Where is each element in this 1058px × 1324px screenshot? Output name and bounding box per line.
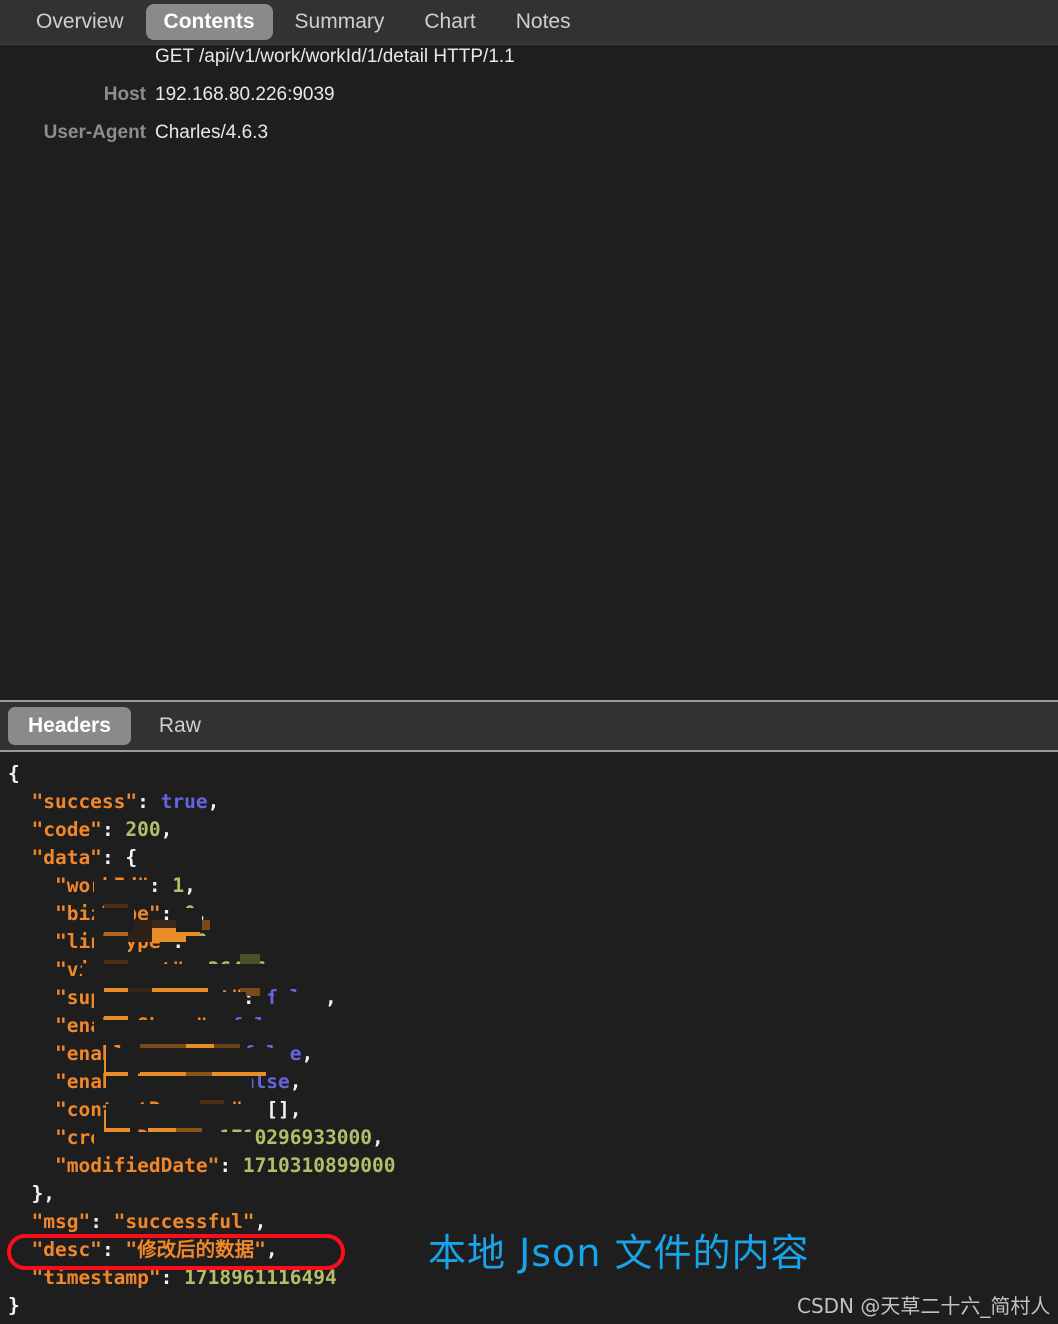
header-row-request-line: GET /api/v1/work/workId/1/detail HTTP/1.… [0,46,1058,84]
request-headers-pane: GET /api/v1/work/workId/1/detail HTTP/1.… [0,46,1058,700]
tab-notes[interactable]: Notes [498,4,589,40]
tab-headers[interactable]: Headers [8,707,131,745]
detail-tab-bar: Overview Contents Summary Chart Notes [0,0,1058,45]
annotation-text: 本地 Json 文件的内容 [428,1231,810,1275]
tab-raw[interactable]: Raw [139,707,221,744]
tab-chart[interactable]: Chart [406,4,493,40]
tab-contents[interactable]: Contents [145,3,273,41]
header-row-host: Host 192.168.80.226:9039 [0,84,1058,122]
header-row-user-agent: User-Agent Charles/4.6.3 [0,122,1058,160]
header-value-host: 192.168.80.226:9039 [155,84,335,105]
header-label-host: Host [103,84,146,105]
response-tab-bar: Headers Raw [0,700,1058,752]
header-value-request-line: GET /api/v1/work/workId/1/detail HTTP/1.… [155,46,515,67]
tab-summary[interactable]: Summary [277,4,403,40]
tab-overview[interactable]: Overview [18,4,142,40]
header-value-user-agent: Charles/4.6.3 [155,122,269,143]
header-label-user-agent: User-Agent [43,122,146,143]
csdn-watermark: CSDN @天草二十六_简村人 [797,1294,1051,1318]
